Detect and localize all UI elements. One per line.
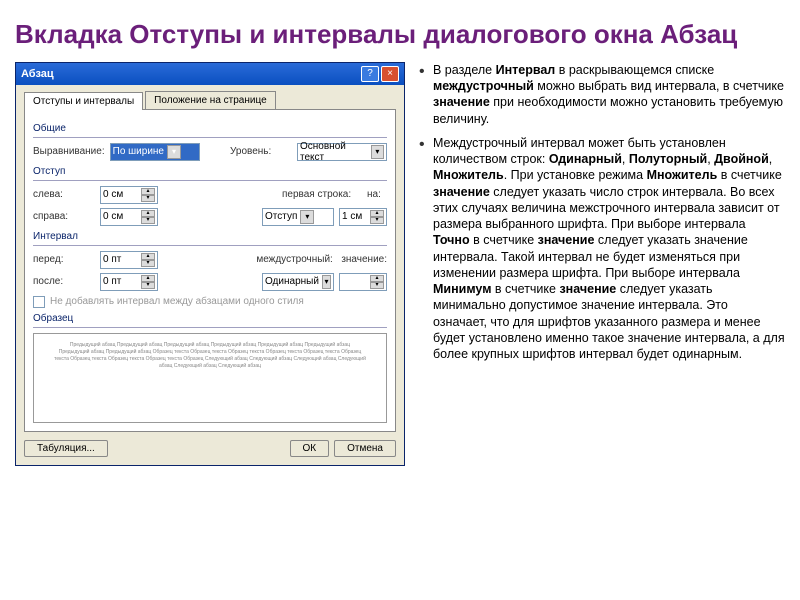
chevron-down-icon: ▾ [371, 145, 384, 159]
slide-title: Вкладка Отступы и интервалы диалогового … [15, 20, 785, 50]
close-button[interactable]: × [381, 66, 399, 82]
on-spinner[interactable]: 1 см▴▾ [339, 208, 387, 226]
preview-area: Предыдущий абзац Предыдущий абзац Предыд… [33, 333, 387, 423]
right-spinner[interactable]: 0 см▴▾ [100, 208, 158, 226]
interline-dropdown[interactable]: Одинарный▾ [262, 273, 334, 291]
value-label: значение: [341, 254, 387, 265]
right-label: справа: [33, 211, 95, 222]
left-label: слева: [33, 189, 95, 200]
firstline-label: первая строка: [282, 189, 362, 200]
value-spinner[interactable]: ▴▾ [339, 273, 387, 291]
bullet-list: В разделе Интервал в раскрывающемся спис… [419, 62, 785, 363]
before-label: перед: [33, 254, 95, 265]
section-interval: Интервал [33, 231, 387, 242]
after-spinner[interactable]: 0 пт▴▾ [100, 273, 158, 291]
paragraph-dialog: Абзац ? × Отступы и интервалы Положение … [15, 62, 405, 466]
chevron-down-icon: ▾ [167, 145, 181, 159]
alignment-dropdown[interactable]: По ширине▾ [110, 143, 200, 161]
cancel-button[interactable]: Отмена [334, 440, 396, 457]
bullet-item: Междустрочный интервал может быть устано… [419, 135, 785, 363]
alignment-label: Выравнивание: [33, 146, 105, 157]
tabs-button[interactable]: Табуляция... [24, 440, 108, 457]
on-label: на: [367, 189, 387, 200]
help-button[interactable]: ? [361, 66, 379, 82]
ok-button[interactable]: ОК [290, 440, 330, 457]
tab-position[interactable]: Положение на странице [145, 91, 275, 109]
left-spinner[interactable]: 0 см▴▾ [100, 186, 158, 204]
section-general: Общие [33, 123, 387, 134]
checkbox-label: Не добавлять интервал между абзацами одн… [50, 296, 304, 307]
dialog-titlebar: Абзац ? × [16, 63, 404, 85]
after-label: после: [33, 276, 95, 287]
section-indent: Отступ [33, 166, 387, 177]
interline-label: междустрочный: [256, 254, 336, 265]
level-dropdown[interactable]: Основной текст▾ [297, 143, 387, 161]
tab-indents[interactable]: Отступы и интервалы [24, 92, 143, 110]
firstline-dropdown[interactable]: Отступ▾ [262, 208, 334, 226]
before-spinner[interactable]: 0 пт▴▾ [100, 251, 158, 269]
section-sample: Образец [33, 313, 387, 324]
same-style-checkbox[interactable] [33, 296, 45, 308]
bullet-item: В разделе Интервал в раскрывающемся спис… [419, 62, 785, 127]
level-label: Уровень: [230, 146, 292, 157]
dialog-title: Абзац [21, 68, 359, 80]
